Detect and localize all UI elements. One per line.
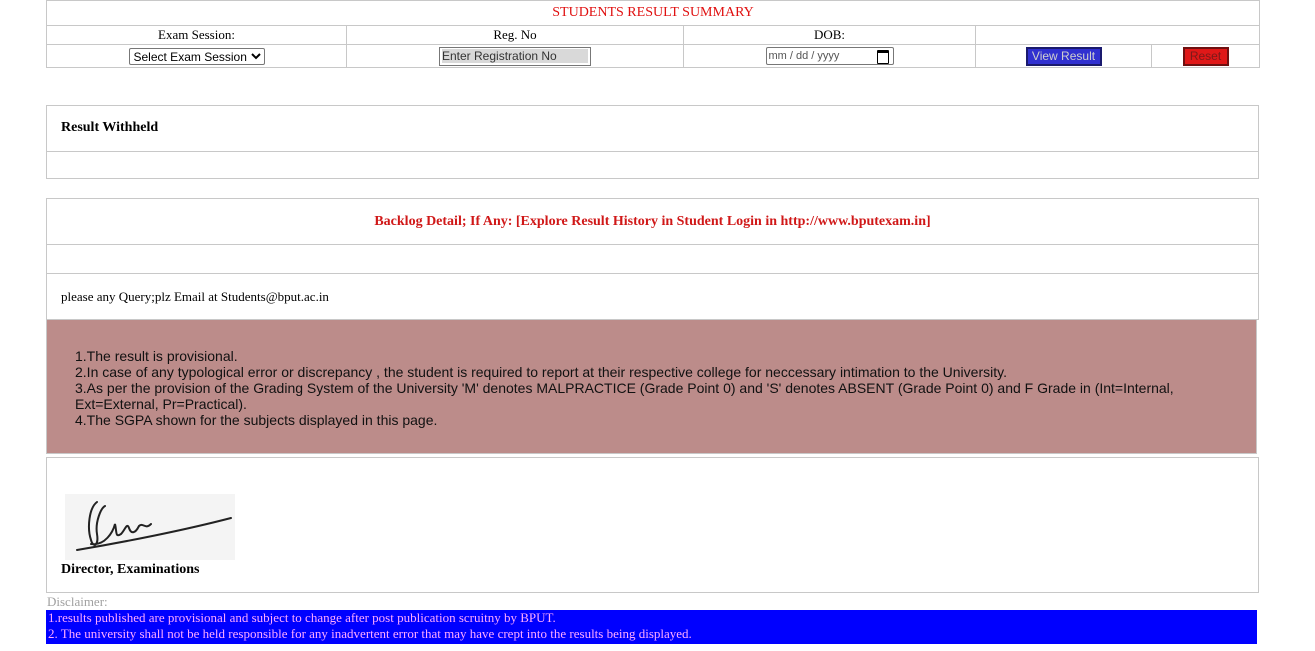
empty-result-row: [46, 151, 1259, 179]
empty-label-cell: [975, 25, 1260, 45]
backlog-text: Backlog Detail; If Any: [Explore Result …: [374, 214, 931, 229]
result-withheld-section: Result Withheld: [46, 105, 1259, 152]
query-text: please any Query;plz Email at Students@b…: [61, 289, 329, 304]
result-search-form: STUDENTS RESULT SUMMARY Exam Session: Re…: [46, 0, 1260, 68]
signature-image: [65, 494, 235, 560]
signature-section: Director, Examinations: [46, 457, 1259, 593]
dob-input[interactable]: mm / dd / yyyy: [765, 47, 894, 65]
director-title: Director, Examinations: [61, 562, 200, 577]
note-item: 2.In case of any typological error or di…: [75, 364, 1007, 380]
view-result-button[interactable]: View Result: [1025, 46, 1102, 66]
note-item: 1.The result is provisional.: [75, 348, 238, 364]
disclaimer-line: 1.results published are provisional and …: [48, 610, 556, 625]
disclaimer-label: Disclaimer:: [47, 594, 108, 609]
disclaimer-line: 2. The university shall not be held resp…: [48, 626, 692, 641]
reset-button[interactable]: Reset: [1182, 46, 1229, 66]
result-withheld-text: Result Withheld: [61, 120, 159, 135]
note-item: 3.As per the provision of the Grading Sy…: [75, 380, 1174, 412]
query-section: please any Query;plz Email at Students@b…: [46, 273, 1259, 320]
page-title: STUDENTS RESULT SUMMARY: [46, 0, 1260, 26]
exam-session-label: Exam Session:: [46, 25, 347, 45]
dob-label: DOB:: [683, 25, 976, 45]
calendar-icon[interactable]: [876, 50, 889, 64]
reg-no-label: Reg. No: [346, 25, 684, 45]
registration-number-input[interactable]: [439, 46, 591, 66]
note-item: 4.The SGPA shown for the subjects displa…: [75, 412, 438, 428]
exam-session-select[interactable]: Select Exam Session: [128, 47, 265, 65]
notes-panel: 1.The result is provisional. 2.In case o…: [46, 319, 1257, 454]
backlog-section: Backlog Detail; If Any: [Explore Result …: [46, 198, 1259, 245]
disclaimer-box: 1.results published are provisional and …: [46, 610, 1257, 644]
empty-backlog-row: [46, 244, 1259, 274]
dob-placeholder: mm / dd / yyyy: [768, 50, 840, 62]
